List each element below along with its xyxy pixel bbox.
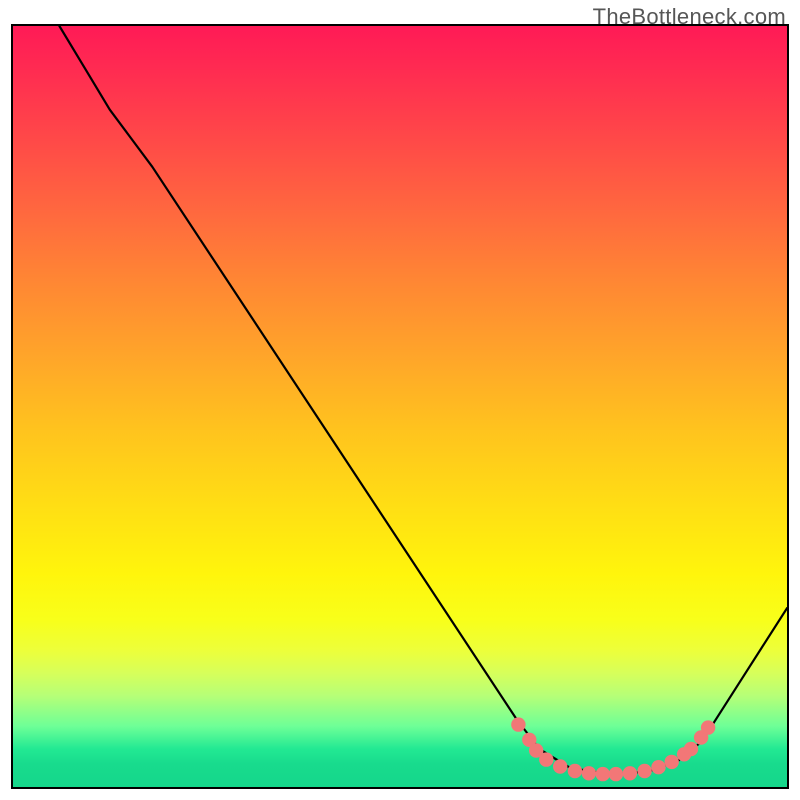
chart-frame: TheBottleneck.com <box>0 0 800 800</box>
curve-marker <box>665 755 679 769</box>
curve-marker <box>609 767 623 781</box>
curve-marker <box>684 742 698 756</box>
plot-area <box>13 26 787 787</box>
curve-marker <box>637 764 651 778</box>
curve-marker <box>568 764 582 778</box>
curve-marker <box>582 766 596 780</box>
curve-marker <box>511 717 525 731</box>
curve-marker <box>539 752 553 766</box>
curve-marker <box>701 720 715 734</box>
curve-marker <box>651 760 665 774</box>
curve-marker <box>596 767 610 781</box>
curve-line <box>59 26 787 774</box>
plot-svg <box>13 26 787 787</box>
plot-border <box>11 24 789 789</box>
curve-marker <box>553 759 567 773</box>
curve-markers <box>511 717 715 781</box>
curve-marker <box>623 766 637 780</box>
attribution-text: TheBottleneck.com <box>593 4 786 30</box>
